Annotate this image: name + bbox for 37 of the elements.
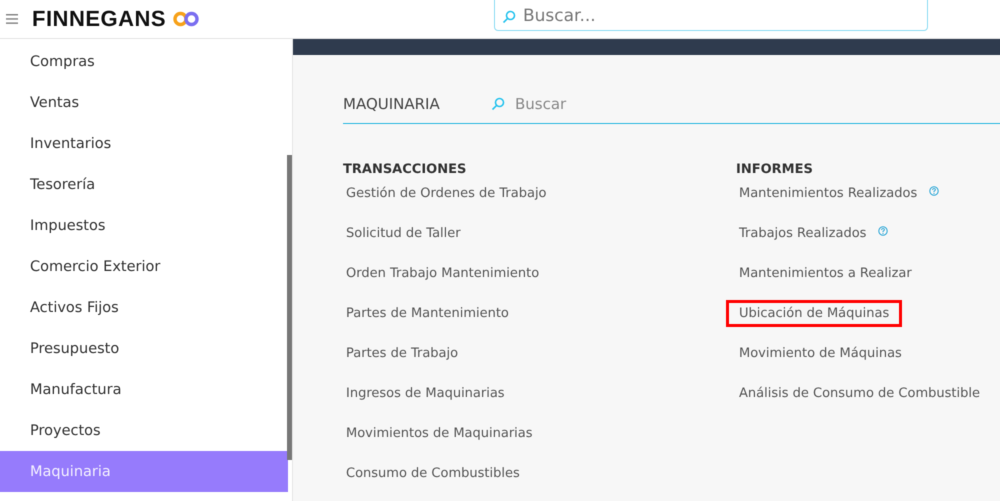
search-field[interactable]: Buscar... xyxy=(494,0,928,31)
menu-link[interactable]: Movimiento de Máquinas xyxy=(726,340,915,367)
sidebar-item[interactable]: Inventarios xyxy=(0,123,288,164)
menu-link[interactable]: Consumo de Combustibles xyxy=(333,460,533,487)
brand-logo-text: FINNEGANS xyxy=(32,6,166,32)
menu-link[interactable]: Trabajos Realizados xyxy=(726,220,880,247)
menu-link[interactable]: Ingresos de Maquinarias xyxy=(333,380,518,407)
menu-link[interactable]: Orden Trabajo Mantenimiento xyxy=(333,260,552,287)
sidebar-item[interactable]: Compras xyxy=(0,41,288,82)
sidebar-item[interactable]: Tesorería xyxy=(0,164,288,205)
menu-link[interactable]: Solicitud de Taller xyxy=(333,220,474,247)
sidebar-item[interactable]: Manufactura xyxy=(0,369,288,410)
section-heading: TRANSACCIONES xyxy=(343,162,468,179)
section-heading: INFORMES xyxy=(736,162,814,179)
module-search-field[interactable]: Buscar xyxy=(513,94,717,114)
help-icon[interactable] xyxy=(878,226,888,236)
menu-icon[interactable] xyxy=(6,14,18,24)
sidebar-item[interactable]: Presupuesto xyxy=(0,328,288,369)
sidebar-item[interactable]: Proyectos xyxy=(0,410,288,451)
sidebar-item[interactable]: Activos Fijos xyxy=(0,287,288,328)
module-title: MAQUINARIA xyxy=(343,95,441,113)
menu-link[interactable]: Gestión de Ordenes de Trabajo xyxy=(333,180,560,207)
menu-link[interactable]: Partes de Mantenimiento xyxy=(333,300,522,327)
menu-link[interactable]: Análisis de Consumo de Combustible xyxy=(726,380,993,407)
search-icon xyxy=(491,97,505,111)
logo-icon xyxy=(172,11,200,27)
search-icon xyxy=(502,10,516,24)
sidebar-item[interactable]: Comercio Exterior xyxy=(0,246,288,287)
menu-link[interactable]: Movimientos de Maquinarias xyxy=(333,420,546,447)
help-icon[interactable] xyxy=(929,186,940,196)
sidebar-item[interactable]: Ventas xyxy=(0,82,288,123)
menu-link[interactable]: Partes de Trabajo xyxy=(333,340,472,367)
menu-link[interactable]: Mantenimientos Realizados xyxy=(726,180,930,207)
scrollbar-thumb[interactable] xyxy=(287,155,292,460)
menu-link[interactable]: Ubicación de Máquinas xyxy=(726,300,902,327)
menu-link[interactable]: Mantenimientos a Realizar xyxy=(726,260,925,287)
sidebar-item[interactable]: Impuestos xyxy=(0,205,288,246)
